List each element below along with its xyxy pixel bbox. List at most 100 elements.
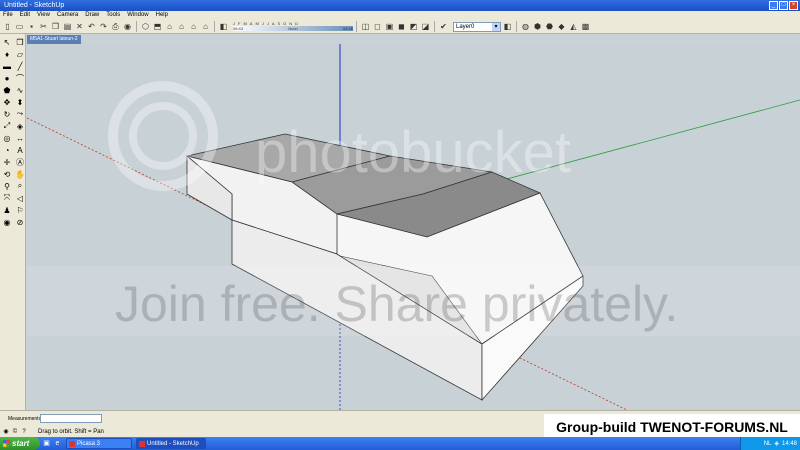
- offset-icon[interactable]: ◈: [14, 120, 26, 132]
- taskbar-button-sketchup[interactable]: Untitled - SketchUp: [136, 438, 206, 449]
- share-component-icon[interactable]: ◆: [556, 21, 567, 32]
- minimize-button[interactable]: _: [769, 1, 778, 10]
- save-icon[interactable]: ▪: [26, 21, 37, 32]
- measurements-input[interactable]: [40, 414, 102, 423]
- scene-tab[interactable]: M5A1-Stuart lateun-2: [27, 35, 81, 44]
- photobucket-tagline: Join free. Share privately.: [115, 276, 678, 332]
- undo-icon[interactable]: ↶: [86, 21, 97, 32]
- arc-icon[interactable]: ⌒: [14, 72, 26, 84]
- open-folder-icon[interactable]: ▭: [14, 21, 25, 32]
- browser-icon[interactable]: e: [53, 439, 62, 448]
- protractor-icon[interactable]: ◔: [1, 144, 13, 156]
- eraser-icon[interactable]: ▱: [14, 48, 26, 60]
- axes-icon[interactable]: ✛: [1, 156, 13, 168]
- help-icon[interactable]: ?: [20, 428, 28, 436]
- start-button[interactable]: start: [0, 437, 40, 450]
- top-view-icon[interactable]: ⬒: [152, 21, 163, 32]
- menu-edit[interactable]: Edit: [20, 11, 30, 20]
- position-camera-icon[interactable]: ♟: [1, 204, 13, 216]
- menu-camera[interactable]: Camera: [57, 11, 78, 20]
- menu-view[interactable]: View: [37, 11, 50, 20]
- cut-icon[interactable]: ✂: [38, 21, 49, 32]
- redo-icon[interactable]: ↷: [98, 21, 109, 32]
- close-button[interactable]: ×: [789, 1, 798, 10]
- new-file-icon[interactable]: ▯: [2, 21, 13, 32]
- previous-view-icon[interactable]: ◁: [14, 192, 26, 204]
- rectangle-icon[interactable]: ▬: [1, 60, 13, 72]
- paste-icon[interactable]: ▤: [62, 21, 73, 32]
- chevron-down-icon[interactable]: ▾: [492, 22, 500, 31]
- get-models-icon[interactable]: ⬢: [532, 21, 543, 32]
- google-earth-icon[interactable]: ◍: [520, 21, 531, 32]
- model-viewport[interactable]: photobucket Join free. Share privately.: [27, 44, 800, 410]
- move-icon[interactable]: ✥: [1, 96, 13, 108]
- scale-icon[interactable]: ⤢: [1, 120, 13, 132]
- window-titlebar[interactable]: Untitled - SketchUp _ □ ×: [0, 0, 800, 11]
- right-view-icon[interactable]: ⌂: [176, 21, 187, 32]
- erase-icon[interactable]: ✕: [74, 21, 85, 32]
- shaded-icon[interactable]: ◼: [396, 21, 407, 32]
- section-plane-icon[interactable]: ⊘: [14, 216, 26, 228]
- photo-texture-icon[interactable]: ▩: [580, 21, 591, 32]
- zoom-icon[interactable]: ⚲: [1, 180, 13, 192]
- shadow-time-slider[interactable]: 06:43 Noon 04:46: [233, 26, 353, 31]
- window-title: Untitled - SketchUp: [4, 2, 65, 9]
- iso-view-icon[interactable]: ⬡: [140, 21, 151, 32]
- shadow-toggle-icon[interactable]: ◧: [218, 21, 229, 32]
- line-icon[interactable]: ╱: [14, 60, 26, 72]
- task-label: Picasa 3: [77, 441, 101, 447]
- push-pull-icon[interactable]: ⬍: [14, 96, 26, 108]
- tape-measure-icon[interactable]: ◎: [1, 132, 13, 144]
- circle-icon[interactable]: ●: [1, 72, 13, 84]
- menu-file[interactable]: File: [3, 11, 13, 20]
- menu-tools[interactable]: Tools: [106, 11, 120, 20]
- select-icon[interactable]: ↖: [1, 36, 13, 48]
- make-component-icon[interactable]: ❒: [14, 36, 26, 48]
- shadow-settings-bar[interactable]: J F M A M J J A S O N D 06:43 Noon 04:46: [233, 21, 353, 32]
- menu-draw[interactable]: Draw: [85, 11, 99, 20]
- xray-icon[interactable]: ◫: [360, 21, 371, 32]
- text-icon[interactable]: A: [14, 144, 26, 156]
- network-icon[interactable]: ◈: [774, 440, 779, 447]
- print-icon[interactable]: ⎙: [110, 21, 121, 32]
- geo-location-icon[interactable]: ◉: [2, 428, 10, 436]
- system-tray: NL ◈ 14:48: [740, 437, 800, 450]
- pan-icon[interactable]: ✋: [14, 168, 26, 180]
- layer-manager-icon[interactable]: ◧: [502, 21, 513, 32]
- layer-select[interactable]: Layer0 ▾: [453, 21, 501, 32]
- front-view-icon[interactable]: ⌂: [164, 21, 175, 32]
- show-desktop-icon[interactable]: ▣: [42, 439, 51, 448]
- model-canvas[interactable]: photobucket Join free. Share privately.: [27, 44, 800, 410]
- clock: 14:48: [781, 440, 797, 447]
- zoom-window-icon[interactable]: ⌕: [14, 180, 26, 192]
- look-around-icon[interactable]: ◉: [1, 216, 13, 228]
- walk-icon[interactable]: ⚐: [14, 204, 26, 216]
- wireframe-icon[interactable]: ◻: [372, 21, 383, 32]
- dimension-icon[interactable]: ↔: [14, 132, 26, 144]
- hidden-line-icon[interactable]: ▣: [384, 21, 395, 32]
- windows-flag-icon: [3, 440, 10, 447]
- paint-bucket-icon[interactable]: ♦: [1, 48, 13, 60]
- monochrome-icon[interactable]: ◪: [420, 21, 431, 32]
- orbit-icon[interactable]: ⟲: [1, 168, 13, 180]
- language-indicator[interactable]: NL: [764, 441, 772, 447]
- model-info-icon[interactable]: ◉: [122, 21, 133, 32]
- freehand-icon[interactable]: ∿: [14, 84, 26, 96]
- follow-me-icon[interactable]: ⤳: [14, 108, 26, 120]
- taskbar-button-picasa[interactable]: Picasa 3: [66, 438, 132, 449]
- maximize-button[interactable]: □: [779, 1, 788, 10]
- rotate-icon[interactable]: ↻: [1, 108, 13, 120]
- shaded-textures-icon[interactable]: ◩: [408, 21, 419, 32]
- menu-help[interactable]: Help: [156, 11, 168, 20]
- back-view-icon[interactable]: ⌂: [188, 21, 199, 32]
- share-model-icon[interactable]: ⬣: [544, 21, 555, 32]
- credits-icon[interactable]: ©: [11, 428, 19, 436]
- zoom-extents-icon[interactable]: ⤧: [1, 192, 13, 204]
- terrain-icon[interactable]: ◭: [568, 21, 579, 32]
- copy-icon[interactable]: ❐: [50, 21, 61, 32]
- polygon-icon[interactable]: ⬟: [1, 84, 13, 96]
- 3d-text-icon[interactable]: Ⓐ: [14, 156, 26, 168]
- left-view-icon[interactable]: ⌂: [200, 21, 211, 32]
- photobucket-logo-inner: [129, 102, 197, 170]
- menu-window[interactable]: Window: [127, 11, 148, 20]
